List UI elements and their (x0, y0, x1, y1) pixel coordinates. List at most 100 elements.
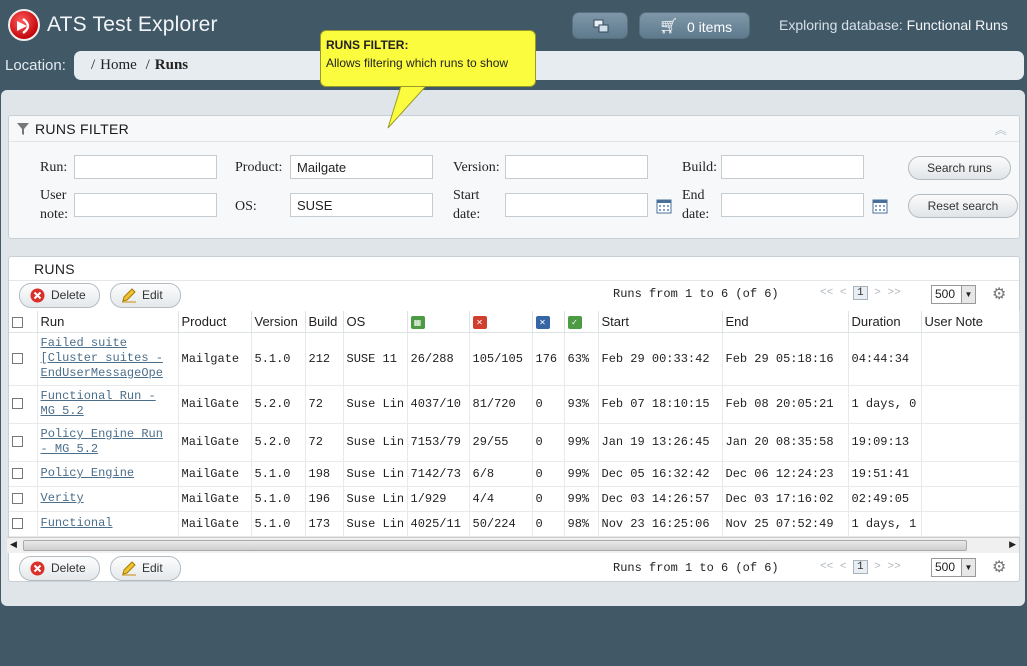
product-input[interactable] (290, 155, 433, 179)
table-row[interactable]: Policy Engine MailGate 5.1.0 198 Suse Lin 714… (9, 461, 1020, 487)
cell-version: 5.2.0 (251, 385, 306, 424)
table-row[interactable]: Policy Engine Run - MG 5.2 MailGate 5.2.0 7… (9, 423, 1020, 462)
settings-gear-icon[interactable]: ⚙ (992, 284, 1006, 304)
cell-os: Suse Lin (343, 461, 408, 487)
calendar-icon[interactable] (872, 198, 888, 214)
cell-duration: 19:09:13 (848, 423, 922, 462)
cell-total-tests: 1/929 (407, 486, 470, 512)
version-input[interactable] (505, 155, 648, 179)
delete-button-bottom[interactable]: Delete (19, 556, 100, 581)
cell-row-checkbox[interactable] (9, 423, 38, 462)
run-link[interactable]: Policy Engine Run - MG 5.2 (41, 427, 163, 456)
cell-total-tests: 4025/11 (407, 511, 470, 537)
scroll-right-icon[interactable]: ▶ (1009, 539, 1016, 550)
reset-search-button[interactable]: Reset search (908, 194, 1018, 218)
chevron-down-icon: ▼ (961, 559, 975, 576)
start-date-input[interactable] (505, 193, 648, 217)
cell-failed-tests: 105/105 (469, 332, 533, 386)
run-link[interactable]: Failed suite [Cluster suites - EndUserMe… (41, 336, 163, 380)
horizontal-scrollbar[interactable]: ◀ ▶ (7, 537, 1019, 553)
cell-row-checkbox[interactable] (9, 385, 38, 424)
pager-prev[interactable]: < (840, 287, 847, 299)
user-note-input[interactable] (74, 193, 217, 217)
cell-os: Suse Lin (343, 423, 408, 462)
app-title: ATS Test Explorer (47, 13, 218, 36)
row-checkbox[interactable] (12, 436, 23, 448)
cell-row-checkbox[interactable] (9, 332, 38, 386)
run-link[interactable]: Policy Engine (41, 466, 135, 480)
row-checkbox[interactable] (12, 398, 23, 410)
column-skipped[interactable]: ✕ (532, 311, 565, 333)
pager-current-page[interactable]: 1 (853, 286, 868, 300)
table-row[interactable]: Failed suite [Cluster suites - EndUserMe… (9, 332, 1020, 386)
cell-duration: 04:44:34 (848, 332, 922, 386)
cell-run-name[interactable]: Functional Run - MG 5.2 (37, 385, 179, 424)
delete-button[interactable]: Delete (19, 283, 100, 308)
column-start[interactable]: Start (598, 311, 723, 333)
row-checkbox[interactable] (12, 492, 23, 504)
run-link[interactable]: Verity (41, 491, 84, 505)
version-label: Version: (453, 160, 500, 175)
runs-filter-callout: RUNS FILTER: Allows filtering which runs… (320, 30, 536, 87)
table-row[interactable]: Functional MailGate 5.1.0 173 Suse Lin 4025/1… (9, 511, 1020, 537)
breadcrumb-home[interactable]: Home (100, 57, 137, 73)
cell-product: MailGate (178, 486, 252, 512)
column-run[interactable]: Run (37, 311, 179, 333)
column-total-tests[interactable]: ▦ (407, 311, 470, 333)
cell-run-name[interactable]: Functional (37, 511, 179, 537)
page-size-select[interactable]: 500 ▼ (931, 285, 976, 304)
scroll-left-icon[interactable]: ◀ (10, 539, 17, 550)
cell-run-name[interactable]: Verity (37, 486, 179, 512)
cell-run-name[interactable]: Policy Engine Run - MG 5.2 (37, 423, 179, 462)
row-checkbox[interactable] (12, 467, 23, 479)
cell-user-note (921, 486, 1020, 512)
run-link[interactable]: Functional Run - MG 5.2 (41, 389, 156, 418)
end-date-input[interactable] (721, 193, 864, 217)
cell-run-name[interactable]: Failed suite [Cluster suites - EndUserMe… (37, 332, 179, 386)
pager-next[interactable]: > (874, 287, 881, 299)
collapse-icon[interactable]: ︽ (995, 121, 1007, 138)
run-link[interactable]: Functional (41, 516, 113, 530)
column-failed[interactable]: ✕ (469, 311, 533, 333)
column-duration[interactable]: Duration (848, 311, 922, 333)
pager-first[interactable]: << (820, 287, 833, 299)
cart-count: 0 items (687, 19, 733, 35)
database-icon (593, 18, 609, 37)
table-row[interactable]: Verity MailGate 5.1.0 196 Suse Lin 1/929 4/4 0 9… (9, 486, 1020, 512)
select-all-checkbox[interactable] (9, 311, 38, 333)
table-row[interactable]: Functional Run - MG 5.2 MailGate 5.2.0 72 Su… (9, 385, 1020, 424)
cart-button[interactable]: 🛒︎ 0 items (639, 12, 750, 39)
row-checkbox[interactable] (12, 517, 23, 529)
row-checkbox[interactable] (12, 352, 23, 364)
failed-tests-icon: ✕ (472, 315, 487, 329)
cell-row-checkbox[interactable] (9, 486, 38, 512)
page-size-select-bottom[interactable]: 500 ▼ (931, 558, 976, 577)
cell-start-time: Nov 23 16:25:06 (598, 511, 723, 537)
cell-user-note (921, 423, 1020, 462)
column-end[interactable]: End (722, 311, 849, 333)
cell-end-time: Jan 20 08:35:58 (722, 423, 849, 462)
column-build[interactable]: Build (305, 311, 344, 333)
build-input[interactable] (721, 155, 864, 179)
edit-icon (121, 288, 137, 311)
column-version[interactable]: Version (251, 311, 306, 333)
settings-gear-icon[interactable]: ⚙ (992, 557, 1006, 577)
column-passed-percent[interactable]: ✓ (564, 311, 599, 333)
run-input[interactable] (74, 155, 217, 179)
cell-version: 5.1.0 (251, 486, 306, 512)
cell-run-name[interactable]: Policy Engine (37, 461, 179, 487)
os-input[interactable] (290, 193, 433, 217)
pager-last[interactable]: >> (887, 287, 900, 299)
column-user-note[interactable]: User Note (921, 311, 1020, 333)
column-os[interactable]: OS (343, 311, 408, 333)
search-runs-button[interactable]: Search runs (908, 156, 1011, 180)
database-button[interactable] (572, 12, 628, 39)
cell-row-checkbox[interactable] (9, 461, 38, 487)
calendar-icon[interactable] (656, 198, 672, 214)
scrollbar-thumb[interactable] (23, 540, 967, 551)
edit-button-bottom[interactable]: Edit (110, 556, 181, 581)
cell-row-checkbox[interactable] (9, 511, 38, 537)
cell-end-time: Feb 08 20:05:21 (722, 385, 849, 424)
column-product[interactable]: Product (178, 311, 252, 333)
edit-button[interactable]: Edit (110, 283, 181, 308)
